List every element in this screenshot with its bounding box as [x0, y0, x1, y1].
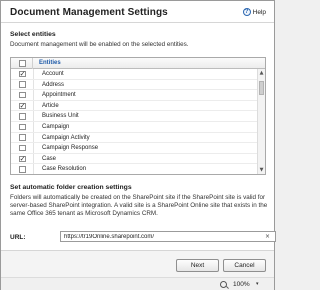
entity-row[interactable]: Address	[11, 79, 259, 91]
zoom-level[interactable]: 100%	[233, 281, 250, 288]
entities-column-header[interactable]: Entities	[39, 60, 61, 66]
zoom-icon[interactable]	[220, 281, 227, 288]
entity-row[interactable]: Appointment	[11, 90, 259, 101]
help-label: Help	[252, 8, 266, 16]
select-entities-description: Document management will be enabled on t…	[10, 41, 189, 48]
entity-checkbox[interactable]	[19, 123, 26, 131]
dialog-title: Document Management Settings	[10, 7, 168, 18]
folder-settings-description: Folders will automatically be created on…	[10, 194, 268, 217]
entity-checkbox[interactable]	[19, 144, 26, 152]
entity-checkbox[interactable]	[19, 166, 26, 173]
entity-checkbox[interactable]	[19, 134, 26, 141]
zoom-dropdown-icon[interactable]: ▾	[256, 281, 259, 287]
url-row: URL: ×	[10, 231, 276, 243]
entity-checkbox[interactable]	[19, 81, 26, 88]
column-divider	[33, 143, 34, 153]
clear-icon[interactable]: ×	[265, 233, 270, 240]
column-divider	[33, 100, 34, 111]
entity-row[interactable]: Campaign Activity	[11, 132, 259, 144]
select-entities-heading: Select entities	[10, 31, 56, 38]
entity-checkbox[interactable]	[19, 101, 26, 110]
help-icon: ?	[242, 8, 251, 16]
column-divider	[33, 90, 34, 100]
select-all-checkbox[interactable]	[19, 60, 26, 67]
scroll-down-arrow-icon[interactable]: ▼	[258, 166, 265, 174]
entity-checkbox[interactable]	[19, 69, 26, 78]
title-bar: Document Management Settings ? Help	[1, 1, 274, 23]
scroll-up-arrow-icon[interactable]: ▲	[258, 69, 265, 77]
entity-label: Business Unit	[42, 113, 79, 120]
grid-header: Entities	[11, 58, 265, 69]
entity-label: Case Resolution	[42, 166, 87, 173]
document-management-dialog: Document Management Settings ? Help Sele…	[0, 0, 276, 290]
entity-row[interactable]: Account	[11, 69, 259, 80]
entity-checkbox[interactable]	[19, 91, 26, 99]
status-bar: 100% ▾	[1, 277, 274, 290]
entity-row[interactable]: Campaign	[11, 121, 259, 133]
entity-checkbox[interactable]	[19, 154, 26, 163]
entities-rows: Account Address Appointment Article Business…	[11, 69, 259, 174]
column-divider	[33, 121, 34, 132]
entity-row[interactable]: Case Resolution	[11, 164, 259, 174]
grid-scrollbar[interactable]: ▲ ▼	[257, 69, 265, 174]
entity-label: Account	[42, 71, 64, 77]
column-divider	[33, 111, 34, 121]
entity-label: Campaign	[42, 123, 70, 130]
column-divider	[33, 132, 34, 143]
entity-row[interactable]: Business Unit	[11, 111, 259, 122]
entity-label: Article	[42, 102, 59, 109]
entity-label: Address	[42, 81, 65, 88]
column-divider	[33, 79, 34, 90]
column-divider	[33, 164, 34, 174]
url-label: URL:	[10, 234, 26, 241]
entity-label: Appointment	[42, 92, 76, 99]
column-divider	[33, 69, 34, 79]
entity-checkbox[interactable]	[19, 113, 26, 120]
cancel-button[interactable]: Cancel	[223, 259, 266, 272]
entity-row[interactable]: Case	[11, 153, 259, 165]
folder-settings-heading: Set automatic folder creation settings	[10, 184, 132, 191]
column-divider	[33, 153, 34, 164]
dialog-footer: Next Cancel	[1, 250, 274, 277]
entity-label: Case	[42, 155, 57, 162]
entity-row[interactable]: Article	[11, 100, 259, 112]
entity-label: Campaign Response	[42, 145, 99, 152]
entity-label: Campaign Activity	[42, 134, 90, 141]
entities-grid: Entities Account Address Appointment Articl…	[10, 57, 266, 175]
entity-row[interactable]: Campaign Response	[11, 143, 259, 154]
url-input[interactable]	[60, 231, 276, 242]
select-all-column	[11, 58, 33, 69]
help-link[interactable]: ? Help	[242, 8, 266, 16]
next-button[interactable]: Next	[176, 259, 219, 272]
scroll-thumb[interactable]	[259, 81, 264, 95]
